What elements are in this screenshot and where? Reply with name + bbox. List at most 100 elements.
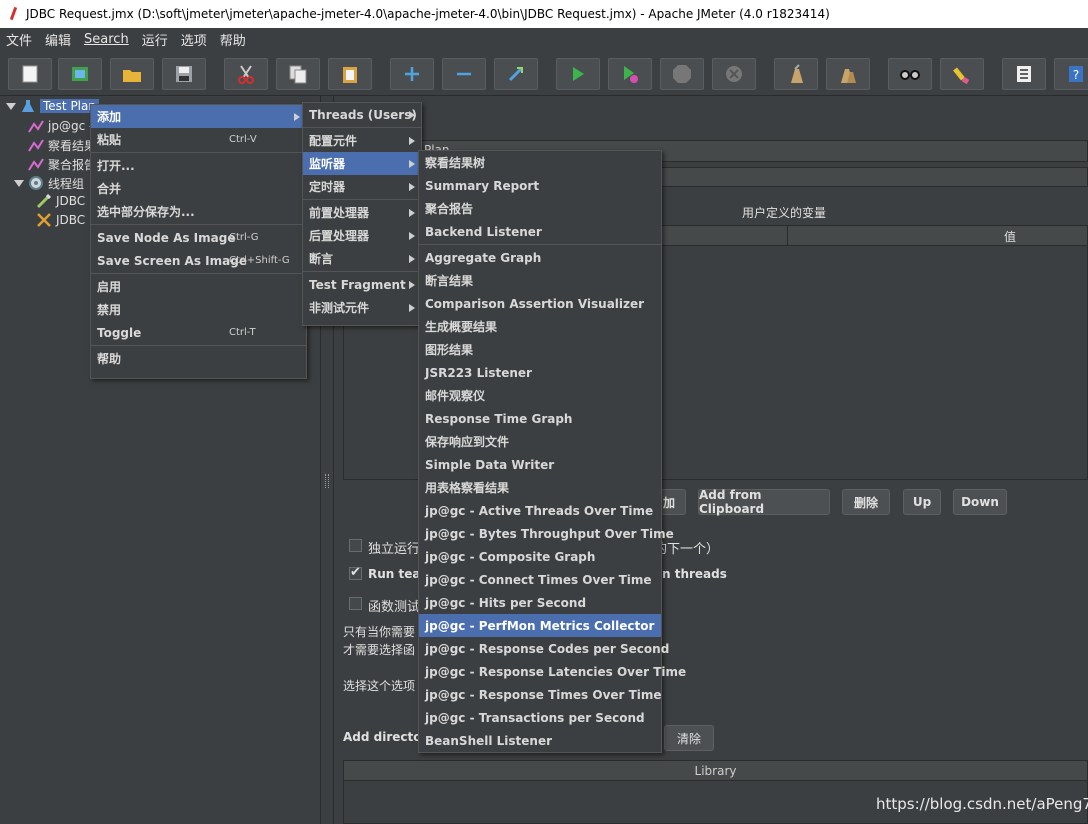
menu-help[interactable]: 帮助	[220, 30, 246, 49]
listener-graph-results[interactable]: 图形结果	[419, 338, 661, 361]
cut-button[interactable]	[224, 58, 268, 90]
delete-button[interactable]: 删除	[842, 489, 890, 515]
tree-node-jpgc[interactable]: jp@gc -	[28, 117, 93, 135]
listener-jpgc-response-times[interactable]: jp@gc - Response Times Over Time	[419, 683, 662, 706]
listener-jpgc-response-latencies[interactable]: jp@gc - Response Latencies Over Time	[419, 660, 686, 683]
listener-save-responses[interactable]: 保存响应到文件	[419, 430, 661, 453]
new-button[interactable]	[8, 58, 52, 90]
listener-backend-listener[interactable]: Backend Listener	[419, 220, 661, 243]
run-teardown-checkbox[interactable]	[349, 565, 362, 580]
clear-button[interactable]	[774, 58, 818, 90]
listener-jsr223[interactable]: JSR223 Listener	[419, 361, 661, 384]
expand-all-button[interactable]	[390, 58, 434, 90]
menu-item-save-node-image[interactable]: Save Node As Image Ctrl-G	[91, 226, 306, 249]
clear-button[interactable]: 清除	[664, 725, 714, 751]
listener-aggregate-report[interactable]: 聚合报告	[419, 197, 661, 220]
listener-simple-data-writer[interactable]: Simple Data Writer	[419, 453, 661, 476]
menu-item-add[interactable]: 添加	[91, 105, 306, 128]
listener-jpgc-perfmon-metrics-collector[interactable]: jp@gc - PerfMon Metrics Collector	[419, 614, 661, 637]
tree-node-jdbc-request[interactable]: JDBC	[36, 211, 85, 229]
reset-search-button[interactable]	[940, 58, 984, 90]
listener-summary-report[interactable]: Summary Report	[419, 174, 661, 197]
start-no-pauses-button[interactable]	[608, 58, 652, 90]
listener-mailer-visualizer[interactable]: 邮件观察仪	[419, 384, 661, 407]
tree-node-label: 聚合报告	[48, 157, 97, 172]
listener-generate-summary-results[interactable]: 生成概要结果	[419, 315, 661, 338]
save-icon	[176, 66, 192, 82]
add-from-clipboard-button[interactable]: Add from Clipboard	[698, 488, 830, 516]
listener-aggregate-graph[interactable]: Aggregate Graph	[419, 246, 661, 269]
shortcut-label: Ctrl-G	[229, 232, 259, 243]
down-button[interactable]: Down	[953, 489, 1007, 515]
listener-jpgc-response-codes[interactable]: jp@gc - Response Codes per Second	[419, 637, 669, 660]
function-helper-button[interactable]	[1002, 58, 1046, 90]
tree-node-jdbc-config[interactable]: JDBC	[36, 192, 85, 210]
value-column-header[interactable]: 值	[1004, 228, 1016, 245]
menu-item-label: 启用	[97, 280, 122, 294]
submenu-item-timer[interactable]: 定时器	[303, 175, 421, 198]
listener-response-time-graph[interactable]: Response Time Graph	[419, 407, 661, 430]
copy-button[interactable]	[276, 58, 320, 90]
paste-button[interactable]	[328, 58, 372, 90]
submenu-item-threads[interactable]: Threads (Users)	[303, 103, 421, 126]
menu-item-toggle[interactable]: Toggle Ctrl-T	[91, 321, 306, 344]
clear-all-button[interactable]	[826, 58, 870, 90]
menu-options[interactable]: 选项	[181, 30, 207, 49]
submenu-item-post-processors[interactable]: 后置处理器	[303, 224, 421, 247]
search-button[interactable]	[888, 58, 932, 90]
submenu-item-listener[interactable]: 监听器	[303, 152, 421, 175]
listener-beanshell[interactable]: BeanShell Listener	[419, 729, 661, 752]
expand-arrow-icon[interactable]	[6, 102, 16, 110]
expand-arrow-icon[interactable]	[14, 179, 24, 187]
open-button[interactable]	[110, 58, 154, 90]
graph-listener-icon	[28, 139, 44, 152]
toggle-button[interactable]	[494, 58, 538, 90]
menu-item-disable[interactable]: 禁用	[91, 298, 306, 321]
listener-jpgc-hits-per-second[interactable]: jp@gc - Hits per Second	[419, 591, 661, 614]
menu-item-paste[interactable]: 粘贴 Ctrl-V	[91, 128, 306, 151]
submenu-item-test-fragment[interactable]: Test Fragment	[303, 273, 421, 296]
help-button[interactable]: ?	[1054, 58, 1088, 90]
listener-view-results-table[interactable]: 用表格察看结果	[419, 476, 661, 499]
listener-jpgc-connect-times[interactable]: jp@gc - Connect Times Over Time	[419, 568, 661, 591]
tree-node-aggregate-report[interactable]: 聚合报告	[28, 155, 96, 173]
listener-jpgc-composite-graph[interactable]: jp@gc - Composite Graph	[419, 545, 661, 568]
tree-node-test-plan[interactable]: Test Plan	[6, 97, 99, 115]
menu-item-label: Save Node As Image	[97, 230, 236, 245]
templates-button[interactable]	[58, 58, 102, 90]
tree-node-view-results[interactable]: 察看结果	[28, 136, 96, 154]
menu-item-save-screen-image[interactable]: Save Screen As Image Ctrl+Shift-G	[91, 249, 306, 272]
functional-test-checkbox[interactable]	[349, 597, 362, 610]
start-button[interactable]	[556, 58, 600, 90]
submenu-item-pre-processors[interactable]: 前置处理器	[303, 201, 421, 224]
stop-button[interactable]	[660, 58, 704, 90]
up-button[interactable]: Up	[903, 489, 941, 515]
menu-item-enable[interactable]: 启用	[91, 275, 306, 298]
listener-assertion-results[interactable]: 断言结果	[419, 269, 661, 292]
menu-item-label: 定时器	[309, 180, 346, 194]
shutdown-button[interactable]	[712, 58, 756, 90]
menu-edit[interactable]: 编辑	[45, 30, 71, 49]
menu-item-open[interactable]: 打开...	[91, 154, 306, 177]
save-button[interactable]	[162, 58, 206, 90]
listener-jpgc-transactions-per-second[interactable]: jp@gc - Transactions per Second	[419, 706, 661, 729]
menu-run[interactable]: 运行	[142, 30, 168, 49]
collapse-all-button[interactable]	[442, 58, 486, 90]
submenu-item-config-element[interactable]: 配置元件	[303, 129, 421, 152]
menu-item-help[interactable]: 帮助	[91, 347, 306, 370]
submenu-item-assertions[interactable]: 断言	[303, 247, 421, 270]
listener-jpgc-active-threads[interactable]: jp@gc - Active Threads Over Time	[419, 499, 661, 522]
menu-item-save-selection-as[interactable]: 选中部分保存为...	[91, 200, 306, 223]
divider-grip-icon[interactable]	[325, 474, 329, 488]
submenu-item-non-test-elements[interactable]: 非测试元件	[303, 296, 421, 319]
tree-node-thread-group[interactable]: 线程组	[14, 174, 84, 192]
listener-view-results-tree[interactable]: 察看结果树	[419, 151, 661, 174]
listener-comparison-assertion-visualizer[interactable]: Comparison Assertion Visualizer	[419, 292, 661, 315]
library-table[interactable]: Library	[343, 760, 1088, 824]
menu-search[interactable]: Search	[84, 32, 129, 47]
independent-run-checkbox[interactable]	[349, 539, 362, 552]
tree-node-label: jp@gc -	[48, 119, 94, 133]
menu-file[interactable]: 文件	[6, 30, 32, 49]
menu-item-merge[interactable]: 合并	[91, 177, 306, 200]
listener-jpgc-bytes-throughput[interactable]: jp@gc - Bytes Throughput Over Time	[419, 522, 674, 545]
